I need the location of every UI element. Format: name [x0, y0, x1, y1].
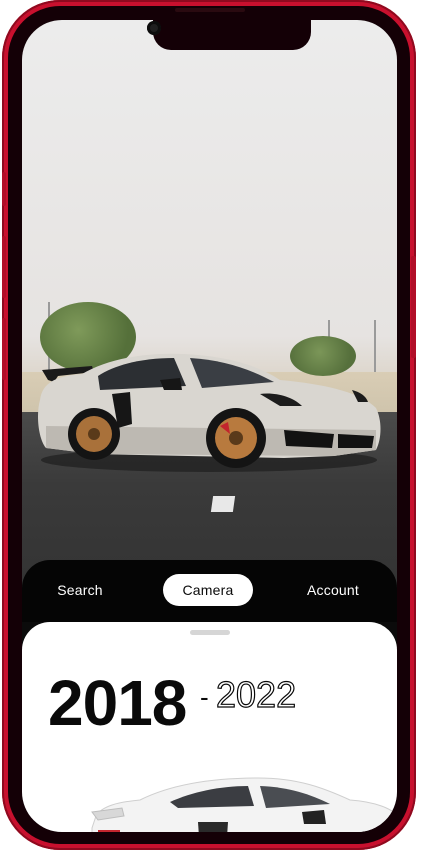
year-start: 2018: [48, 667, 187, 739]
car-photo: [22, 20, 397, 595]
sheet-drag-handle[interactable]: [190, 630, 230, 635]
sports-car-icon: [38, 353, 381, 472]
silent-switch: [2, 172, 6, 206]
tab-search[interactable]: Search: [44, 574, 116, 606]
notch: [153, 20, 311, 50]
lane-marking: [210, 496, 236, 512]
front-camera-icon: [147, 21, 161, 35]
power-button: [411, 256, 416, 358]
year-end: 2022: [215, 673, 297, 715]
tab-account[interactable]: Account: [294, 574, 372, 606]
tab-camera[interactable]: Camera: [163, 574, 253, 606]
bottom-tab-bar: Search Camera Account: [22, 560, 397, 622]
detail-sheet: 2018 - 2022: [22, 622, 397, 832]
volume-down-button: [2, 318, 6, 380]
earpiece-speaker: [175, 8, 245, 12]
sports-car-illustration-icon: [91, 777, 397, 832]
volume-up-button: [2, 236, 6, 298]
year-separator: -: [200, 682, 209, 712]
screen: Search Camera Account 2018 - 2022: [22, 20, 397, 832]
